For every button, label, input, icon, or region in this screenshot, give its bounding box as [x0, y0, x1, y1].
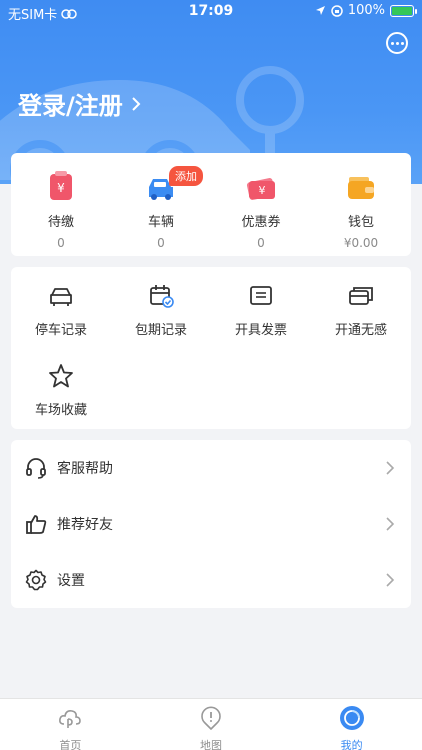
service-label: 开具发票	[234, 323, 287, 338]
service-label: 车场收藏	[34, 403, 87, 418]
menu-card: 客服帮助 推荐好友 设置	[11, 440, 411, 608]
menu-item-support[interactable]: 客服帮助	[11, 440, 411, 496]
invoice-icon	[250, 286, 272, 305]
menu-item-recommend[interactable]: 推荐好友	[11, 496, 411, 552]
login-register-link[interactable]: 登录/注册	[18, 86, 141, 121]
summary-label: 优惠券	[241, 215, 281, 230]
headset-icon	[26, 458, 46, 479]
car-outline-icon	[50, 288, 72, 306]
services-card: 停车记录 包期记录 开具发票 开通无感 车场收藏	[11, 267, 411, 429]
summary-unpaid[interactable]: ¥ 待缴 0	[11, 153, 111, 250]
tab-label: 地图	[200, 739, 222, 750]
chevron-right-icon	[386, 573, 395, 587]
wallet-icon	[348, 177, 374, 199]
gear-icon	[25, 569, 47, 591]
battery-icon	[390, 4, 417, 17]
menu-label: 客服帮助	[57, 461, 113, 477]
service-parking-records[interactable]: 停车记录	[11, 283, 111, 347]
summary-coupons[interactable]: ¥ 优惠券 0	[211, 153, 311, 250]
svg-text:¥: ¥	[57, 181, 65, 195]
message-button[interactable]	[386, 32, 408, 54]
summary-label: 待缴	[47, 215, 74, 230]
home-cloud-icon	[59, 710, 82, 728]
summary-value: ¥0.00	[343, 236, 379, 250]
tab-map[interactable]: 地图	[141, 699, 282, 750]
location-arrow-icon	[315, 6, 325, 15]
chevron-right-icon	[386, 461, 395, 475]
summary-label: 车辆	[147, 215, 174, 230]
bill-icon: ¥	[50, 171, 72, 200]
tab-label: 首页	[59, 739, 82, 750]
bottom-tab-bar: 首页 地图 我的	[0, 698, 422, 750]
summary-value: 0	[57, 236, 65, 250]
orientation-lock-icon	[331, 4, 343, 17]
status-bar: 无SIM卡 17:09 100%	[0, 0, 422, 24]
service-label: 开通无感	[334, 323, 387, 338]
chevron-right-icon	[386, 517, 395, 531]
thumbs-up-icon	[26, 515, 47, 534]
coupon-icon: ¥	[246, 178, 276, 200]
service-period-records[interactable]: 包期记录	[111, 283, 211, 347]
chevron-right-icon	[132, 96, 141, 111]
summary-value: 0	[157, 236, 165, 250]
service-label: 包期记录	[134, 323, 187, 338]
card-icon	[349, 287, 373, 305]
service-invoice[interactable]: 开具发票	[211, 283, 311, 347]
tab-mine[interactable]: 我的	[281, 699, 422, 750]
battery-percent: 100%	[347, 3, 385, 18]
login-label: 登录/注册	[18, 92, 123, 120]
profile-circle-icon	[339, 706, 364, 730]
service-favorites[interactable]: 车场收藏	[11, 363, 111, 427]
summary-value: 0	[257, 236, 265, 250]
tab-label: 我的	[340, 739, 363, 750]
summary-card: ¥ 待缴 0 添加 车辆 0 ¥ 优惠券 0 钱包 ¥0.00	[11, 153, 411, 256]
summary-wallet[interactable]: 钱包 ¥0.00	[311, 153, 411, 250]
menu-label: 推荐好友	[57, 517, 113, 533]
service-autopay[interactable]: 开通无感	[311, 283, 411, 347]
svg-text:¥: ¥	[259, 184, 266, 197]
star-icon	[49, 364, 73, 388]
calendar-check-icon	[150, 285, 174, 308]
menu-label: 设置	[57, 573, 85, 589]
service-label: 停车记录	[34, 323, 87, 338]
summary-vehicles[interactable]: 添加 车辆 0	[111, 153, 211, 250]
add-vehicle-badge[interactable]: 添加	[169, 166, 203, 186]
menu-item-settings[interactable]: 设置	[11, 552, 411, 608]
map-pin-icon	[201, 706, 221, 730]
tab-home[interactable]: 首页	[0, 699, 141, 750]
summary-label: 钱包	[347, 215, 374, 230]
